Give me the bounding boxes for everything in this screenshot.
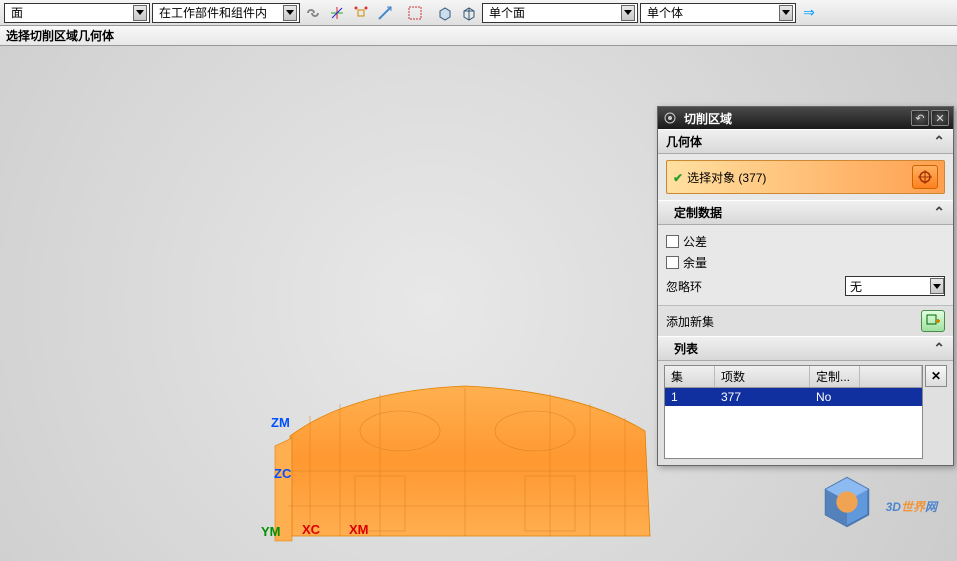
- axis-zc-label: ZC: [274, 466, 291, 481]
- watermark: 3D世界网: [818, 473, 937, 531]
- check-icon: ✔: [673, 171, 683, 185]
- body-mode-combo[interactable]: 单个体: [640, 3, 796, 23]
- dialog-titlebar[interactable]: 切削区域 ↶ ✕: [658, 107, 953, 129]
- geometry-section-header[interactable]: 几何体 ⌃: [658, 129, 953, 154]
- gear-icon: [662, 110, 678, 126]
- checkbox-icon[interactable]: [666, 235, 679, 248]
- col-set[interactable]: 集: [665, 366, 715, 387]
- apply-arrow-icon[interactable]: ⇒: [798, 3, 820, 23]
- dropdown-icon: [133, 5, 147, 21]
- col-items[interactable]: 项数: [715, 366, 810, 387]
- table-empty-area: [665, 406, 922, 458]
- checkbox-icon[interactable]: [666, 256, 679, 269]
- status-text: 选择切削区域几何体: [6, 27, 114, 44]
- dropdown-icon: [930, 278, 944, 294]
- scope-value: 在工作部件和组件内: [159, 4, 267, 21]
- add-new-set-label: 添加新集: [666, 313, 714, 330]
- axis-xm-label: XM: [349, 522, 369, 537]
- axis-xc-label: XC: [302, 522, 320, 537]
- filter-type-value: 面: [11, 4, 23, 21]
- status-bar: 选择切削区域几何体: [0, 26, 957, 46]
- delete-set-button[interactable]: ✕: [925, 365, 947, 387]
- model-preview: [270, 376, 660, 561]
- sets-table[interactable]: 集 项数 定制... 1 377 No: [664, 365, 923, 459]
- dropdown-icon: [779, 5, 793, 21]
- scope-combo[interactable]: 在工作部件和组件内: [152, 3, 300, 23]
- ignore-loop-label: 忽略环: [666, 278, 702, 295]
- add-new-set-button[interactable]: [921, 310, 945, 332]
- solid-toggle-icon[interactable]: [434, 3, 456, 23]
- specify-point-button[interactable]: [912, 165, 938, 189]
- select-objects-row[interactable]: ✔选择对象 (377): [666, 160, 945, 194]
- cut-area-dialog: 切削区域 ↶ ✕ 几何体 ⌃ ✔选择对象 (377) 定制数据 ⌃ 公差 余量 …: [657, 106, 954, 466]
- undo-icon[interactable]: ↶: [911, 110, 929, 126]
- face-mode-combo[interactable]: 单个面: [482, 3, 638, 23]
- snap-point-icon[interactable]: [350, 3, 372, 23]
- dropdown-icon: [283, 5, 297, 21]
- dialog-title: 切削区域: [684, 110, 909, 127]
- table-row[interactable]: 1 377 No: [665, 388, 922, 406]
- axis-icon[interactable]: [326, 3, 348, 23]
- chevron-up-icon: ⌃: [933, 204, 945, 221]
- list-section-header[interactable]: 列表 ⌃: [658, 336, 953, 361]
- rect-select-icon[interactable]: [404, 3, 426, 23]
- filter-type-combo[interactable]: 面: [4, 3, 150, 23]
- dropdown-icon: [621, 5, 635, 21]
- axis-ym-label: YM: [261, 524, 281, 539]
- body-mode-value: 单个体: [647, 4, 683, 21]
- col-custom[interactable]: 定制...: [810, 366, 860, 387]
- chevron-up-icon: ⌃: [933, 133, 945, 150]
- wire-toggle-icon[interactable]: [458, 3, 480, 23]
- stock-checkbox-row[interactable]: 余量: [666, 252, 945, 273]
- axis-zm-label: ZM: [271, 415, 290, 430]
- chevron-up-icon: ⌃: [933, 340, 945, 357]
- measure-icon[interactable]: [374, 3, 396, 23]
- col-empty[interactable]: [860, 366, 922, 387]
- tolerance-checkbox-row[interactable]: 公差: [666, 231, 945, 252]
- close-icon[interactable]: ✕: [931, 110, 949, 126]
- custom-data-header[interactable]: 定制数据 ⌃: [658, 200, 953, 225]
- ignore-loop-combo[interactable]: 无: [845, 276, 945, 296]
- link-icon[interactable]: [302, 3, 324, 23]
- face-mode-value: 单个面: [489, 4, 525, 21]
